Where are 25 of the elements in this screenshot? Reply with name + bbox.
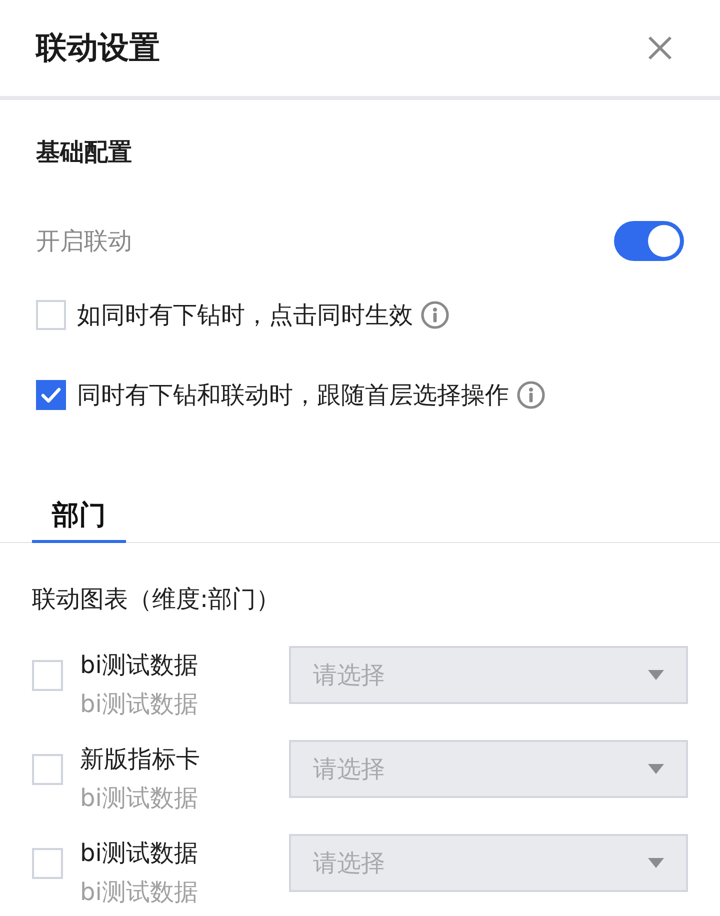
chart-source: bi测试数据 bbox=[80, 689, 198, 719]
checkbox[interactable] bbox=[36, 300, 66, 330]
close-icon[interactable] bbox=[648, 36, 672, 60]
toggle-switch[interactable] bbox=[614, 221, 684, 261]
chart-title: bi测试数据 bbox=[80, 838, 198, 868]
section-heading: 基础配置 bbox=[36, 139, 132, 165]
checkbox-label: 同时有下钻和联动时，跟随首层选择操作 bbox=[77, 380, 509, 410]
tab[interactable]: 部门 bbox=[32, 500, 126, 543]
chart-source: bi测试数据 bbox=[80, 783, 198, 813]
info-icon bbox=[421, 301, 449, 329]
checkbox[interactable] bbox=[32, 754, 63, 785]
toggle-label: 开启联动 bbox=[36, 226, 132, 256]
checkbox[interactable] bbox=[32, 848, 63, 879]
chart-title: bi测试数据 bbox=[80, 650, 198, 680]
caret-icon bbox=[648, 670, 664, 680]
checkbox-label: 如同时有下钻时，点击同时生效 bbox=[77, 300, 413, 330]
section-heading: 联动图表（维度:部门） bbox=[32, 586, 280, 612]
caret-icon bbox=[648, 858, 664, 868]
chart-title: 新版指标卡 bbox=[80, 744, 200, 774]
checkbox[interactable] bbox=[32, 660, 63, 691]
caret-icon bbox=[648, 764, 664, 774]
chart-source: bi测试数据 bbox=[80, 877, 198, 907]
info-icon bbox=[517, 381, 545, 409]
dialog-title: 联动设置 bbox=[36, 29, 160, 68]
checkbox[interactable] bbox=[36, 380, 66, 410]
